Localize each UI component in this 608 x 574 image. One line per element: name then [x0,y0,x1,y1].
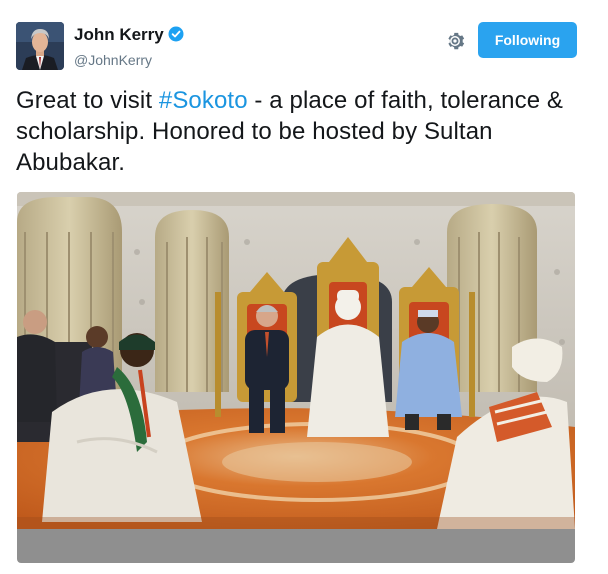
avatar[interactable] [16,22,64,70]
media-photo[interactable] [17,192,575,529]
verified-badge-icon [168,26,184,47]
tweet-card: John Kerry @JohnKerry Following Great to… [0,0,608,574]
tweet-text: Great to visit #Sokoto - a place of fait… [16,85,591,178]
author-info[interactable]: John Kerry @JohnKerry [74,25,184,68]
hashtag-link[interactable]: #Sokoto [159,87,248,114]
media-footer [17,529,575,563]
photo-illustration [17,192,575,529]
gear-icon[interactable] [444,30,466,52]
following-button[interactable]: Following [478,22,577,58]
avatar-image [16,22,64,70]
display-name[interactable]: John Kerry [74,25,164,44]
display-name-row: John Kerry [74,25,184,47]
tweet-text-before: Great to visit [16,87,159,114]
author-handle[interactable]: @JohnKerry [74,52,184,68]
